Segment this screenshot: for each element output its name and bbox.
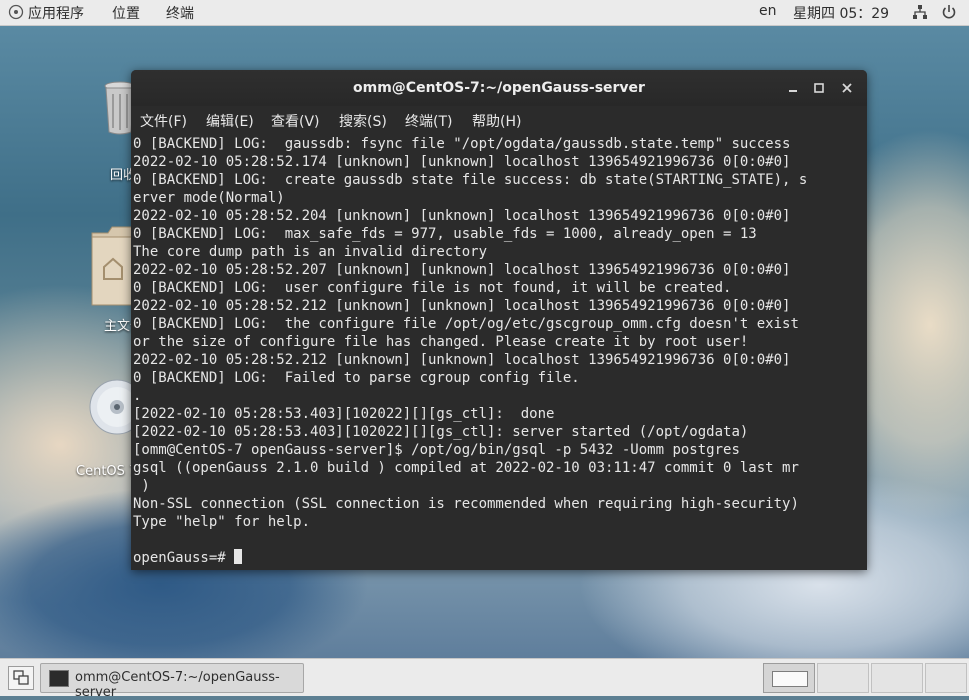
- show-desktop-button[interactable]: [8, 666, 34, 690]
- terminal-window[interactable]: omm@CentOS-7:~/openGauss-server 文件(F) 编辑…: [131, 70, 867, 570]
- bottom-panel: omm@CentOS-7:~/openGauss-server: [0, 658, 969, 700]
- terminal-line: 0 [BACKEND] LOG: Failed to parse cgroup …: [133, 370, 580, 386]
- terminal-line: ): [133, 478, 150, 494]
- terminal-line: .: [133, 388, 142, 404]
- terminal-line: 2022-02-10 05:28:52.207 [unknown] [unkno…: [133, 262, 791, 278]
- terminal-line: openGauss=#: [133, 549, 853, 567]
- top-panel: 应用程序 位置 终端 en 星期四 05：29: [0, 0, 969, 26]
- language-indicator[interactable]: en: [759, 3, 777, 19]
- apps-icon: [8, 4, 24, 20]
- places-menu[interactable]: 位置: [112, 3, 140, 23]
- minimize-icon: [789, 90, 797, 92]
- terminal-line: gsql ((openGauss 2.1.0 build ) compiled …: [133, 460, 799, 476]
- menu-edit[interactable]: 编辑(E): [206, 111, 254, 131]
- taskbar-item-terminal[interactable]: omm@CentOS-7:~/openGauss-server: [40, 663, 304, 700]
- terminal-menubar: 文件(F) 编辑(E) 查看(V) 搜索(S) 终端(T) 帮助(H): [131, 106, 867, 133]
- menu-terminal[interactable]: 终端(T): [405, 111, 452, 131]
- menu-view[interactable]: 查看(V): [271, 111, 320, 131]
- desktop-icon-dvd[interactable]: CentOS 7 x86_64: [76, 372, 189, 479]
- text-cursor: [234, 549, 243, 564]
- terminal-line: or the size of configure file has change…: [133, 334, 749, 350]
- workspace-1[interactable]: [763, 663, 815, 693]
- minimize-button[interactable]: [783, 78, 803, 98]
- terminal-line: [omm@CentOS-7 openGauss-server]$ /opt/og…: [133, 442, 740, 458]
- terminal-line: Non-SSL connection (SSL connection is re…: [133, 496, 799, 512]
- home-folder-icon: [91, 226, 135, 306]
- workspace-3[interactable]: [871, 663, 923, 693]
- dvd-icon: [89, 379, 145, 435]
- terminal-line: 2022-02-10 05:28:52.212 [unknown] [unkno…: [133, 352, 791, 368]
- terminal-line: [2022-02-10 05:28:53.403][102022][][gs_c…: [133, 406, 555, 422]
- power-icon[interactable]: [941, 4, 957, 24]
- terminal-line: erver mode(Normal): [133, 190, 285, 206]
- terminal-line: Type "help" for help.: [133, 514, 311, 530]
- terminal-line: 2022-02-10 05:28:52.204 [unknown] [unkno…: [133, 208, 791, 224]
- terminal-line: The core dump path is an invalid directo…: [133, 244, 488, 260]
- show-desktop-icon: [13, 670, 29, 685]
- terminal-line: 2022-02-10 05:28:52.212 [unknown] [unkno…: [133, 298, 791, 314]
- terminal-menu[interactable]: 终端: [166, 3, 194, 23]
- workspace-window-preview: [772, 671, 808, 687]
- terminal-line: 0 [BACKEND] LOG: user configure file is …: [133, 280, 732, 296]
- clock[interactable]: 星期四 05：29: [793, 3, 889, 23]
- menu-search[interactable]: 搜索(S): [339, 111, 387, 131]
- workspace-2[interactable]: [817, 663, 869, 693]
- terminal-icon: [49, 670, 69, 687]
- terminal-text: 0 [BACKEND] LOG: gaussdb: fsync file "/o…: [133, 135, 853, 567]
- terminal-line: 0 [BACKEND] LOG: the configure file /opt…: [133, 316, 799, 332]
- terminal-output[interactable]: 0 [BACKEND] LOG: gaussdb: fsync file "/o…: [131, 133, 867, 570]
- terminal-line: [2022-02-10 05:28:53.403][102022][][gs_c…: [133, 424, 749, 440]
- window-title: omm@CentOS-7:~/openGauss-server: [353, 80, 645, 96]
- taskbar-item-label: omm@CentOS-7:~/openGauss-server: [75, 670, 280, 700]
- terminal-line: 2022-02-10 05:28:52.174 [unknown] [unkno…: [133, 154, 791, 170]
- terminal-line: 0 [BACKEND] LOG: gaussdb: fsync file "/o…: [133, 136, 791, 152]
- applications-menu[interactable]: 应用程序: [8, 3, 84, 23]
- close-button[interactable]: [837, 78, 857, 98]
- menu-help[interactable]: 帮助(H): [472, 111, 521, 131]
- menu-file[interactable]: 文件(F): [140, 111, 187, 131]
- workspace-4[interactable]: [925, 663, 967, 693]
- maximize-icon: [814, 83, 824, 93]
- close-icon: [842, 83, 852, 93]
- window-titlebar[interactable]: omm@CentOS-7:~/openGauss-server: [131, 70, 867, 106]
- network-icon[interactable]: [912, 4, 928, 24]
- maximize-button[interactable]: [809, 78, 829, 98]
- terminal-line: 0 [BACKEND] LOG: create gaussdb state fi…: [133, 172, 808, 188]
- applications-label: 应用程序: [28, 6, 84, 22]
- terminal-line: 0 [BACKEND] LOG: max_safe_fds = 977, usa…: [133, 226, 757, 242]
